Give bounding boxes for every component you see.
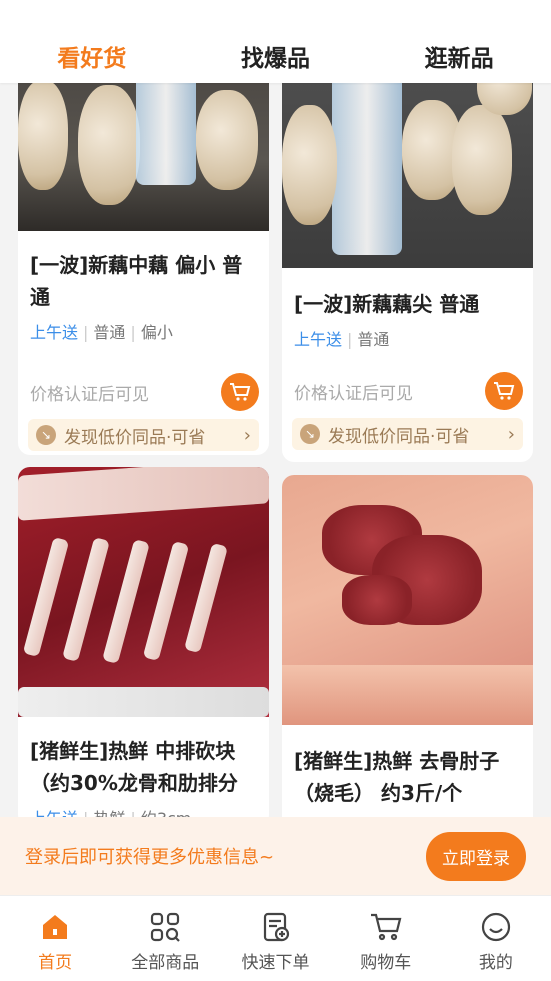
product-tags: 上午送 | 普通 | 偏小	[30, 323, 173, 342]
product-card[interactable]: [猪鲜生]热鲜 去骨肘子（烧毛） 约3斤/个	[282, 475, 533, 835]
product-title: [一波]新藕藕尖 普通	[294, 292, 480, 316]
trend-icon: ↘	[300, 424, 320, 444]
product-image[interactable]	[18, 467, 269, 717]
chevron-right-icon: ›	[243, 424, 251, 446]
nav-label: 快速下单	[241, 953, 310, 973]
product-card[interactable]: [猪鲜生]热鲜 中排砍块（约30%龙骨和肋排分 上午送|热鲜|约3cm	[18, 467, 269, 827]
nav-label: 我的	[478, 953, 513, 973]
bottom-navigation: 首页 全部商品 快速下单 购物车 我的	[0, 895, 551, 981]
tag: 普通	[357, 330, 390, 349]
price-hidden-text: 价格认证后可见	[30, 384, 149, 405]
smile-icon	[479, 910, 513, 944]
cart-icon	[369, 910, 403, 944]
login-prompt-text: 登录后即可获得更多优惠信息~	[25, 847, 275, 868]
cart-icon	[494, 382, 515, 400]
nav-label: 全部商品	[131, 953, 200, 973]
promo-text: 发现低价同品·可省	[64, 427, 206, 448]
chevron-right-icon: ›	[507, 423, 515, 445]
nav-home[interactable]: 首页	[0, 896, 110, 981]
low-price-promo[interactable]: ↘ 发现低价同品·可省 ›	[28, 419, 259, 451]
tab-kan-hao-huo[interactable]: 看好货	[0, 39, 184, 73]
add-to-cart-button[interactable]	[221, 373, 259, 411]
trend-icon: ↘	[36, 425, 56, 445]
quick-order-icon	[259, 910, 293, 944]
cart-icon	[230, 383, 251, 401]
tag-delivery: 上午送	[30, 323, 79, 342]
nav-all-products[interactable]: 全部商品	[110, 896, 220, 981]
nav-mine[interactable]: 我的	[441, 896, 551, 981]
tab-guang-xin-pin[interactable]: 逛新品	[367, 39, 551, 73]
add-to-cart-button[interactable]	[485, 372, 523, 410]
product-title: [猪鲜生]热鲜 中排砍块（约30%龙骨和肋排分	[30, 739, 238, 795]
product-title: [一波]新藕中藕 偏小 普通	[30, 253, 243, 309]
top-tabs: 看好货 找爆品 逛新品	[0, 0, 551, 83]
nav-label: 购物车	[360, 953, 412, 973]
nav-quick-order[interactable]: 快速下单	[220, 896, 330, 981]
grid-search-icon	[148, 910, 182, 944]
low-price-promo[interactable]: ↘ 发现低价同品·可省 ›	[292, 418, 523, 450]
product-card[interactable]: [一波]新藕中藕 偏小 普通 上午送 | 普通 | 偏小 价格认证后可见 ↘ 发现低价同…	[18, 55, 269, 455]
login-prompt-bar: 登录后即可获得更多优惠信息~ 立即登录	[0, 817, 551, 895]
login-button[interactable]: 立即登录	[426, 831, 526, 881]
tab-zhao-bao-pin[interactable]: 找爆品	[184, 39, 368, 73]
tag: 普通	[93, 323, 126, 342]
tag: 偏小	[140, 323, 173, 342]
product-image[interactable]	[282, 55, 533, 268]
product-tags: 上午送 | 普通	[294, 330, 390, 349]
promo-text: 发现低价同品·可省	[328, 426, 470, 447]
tag-delivery: 上午送	[294, 330, 343, 349]
product-card[interactable]: [一波]新藕藕尖 普通 上午送 | 普通 价格认证后可见 ↘ 发现低价同品·可省 ›	[282, 55, 533, 462]
product-title: [猪鲜生]热鲜 去骨肘子（烧毛） 约3斤/个	[294, 749, 500, 805]
price-hidden-text: 价格认证后可见	[294, 383, 413, 404]
product-image[interactable]	[282, 475, 533, 725]
nav-label: 首页	[38, 953, 73, 973]
nav-cart[interactable]: 购物车	[331, 896, 441, 981]
home-icon	[38, 910, 72, 944]
